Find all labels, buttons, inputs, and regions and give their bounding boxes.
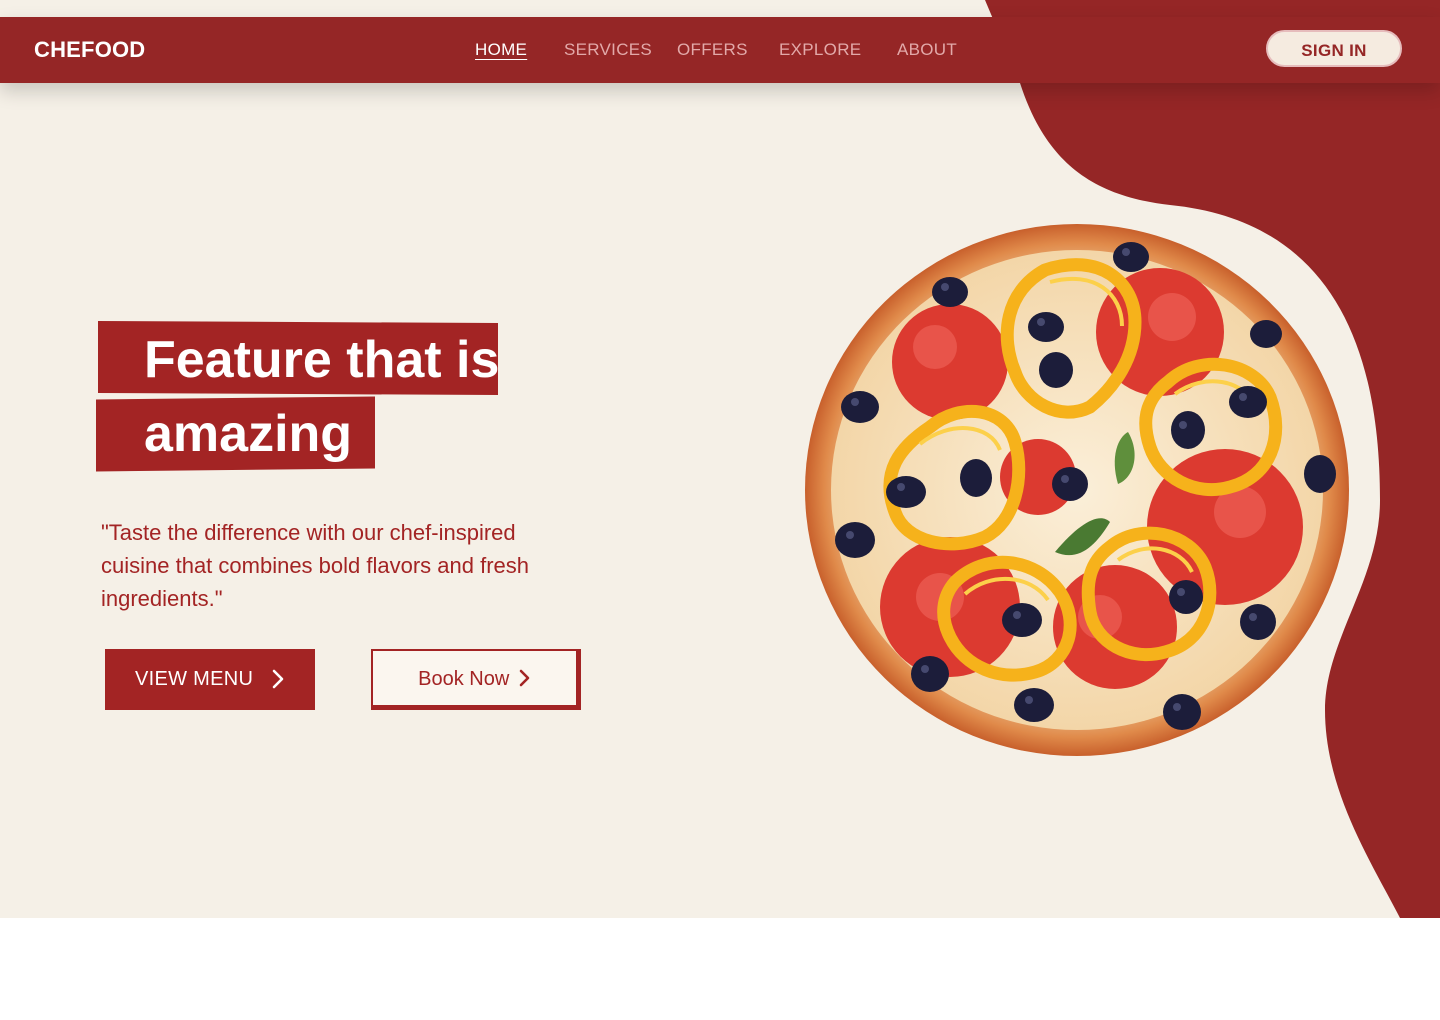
brand-logo[interactable]: CHEFOOD <box>34 17 145 83</box>
chevron-right-icon <box>519 669 530 687</box>
sign-in-button[interactable]: SIGN IN <box>1266 30 1402 67</box>
view-menu-label: VIEW MENU <box>135 668 254 690</box>
nav-link-offers[interactable]: OFFERS <box>677 17 748 83</box>
hero-quote: "Taste the difference with our chef-insp… <box>101 520 530 611</box>
nav-link-about[interactable]: ABOUT <box>897 17 957 83</box>
top-navbar: CHEFOOD HOME SERVICES OFFERS EXPLORE ABO… <box>0 17 1440 83</box>
hero-title-line-2: amazing <box>144 405 353 463</box>
chevron-right-icon <box>272 669 284 689</box>
nav-link-explore[interactable]: EXPLORE <box>779 17 861 83</box>
hero-title-line-1: Feature that is <box>144 331 500 389</box>
pizza-image <box>805 224 1349 756</box>
hero-section: Feature that is amazing "Taste the diffe… <box>0 0 1440 918</box>
book-now-button[interactable]: Book Now <box>371 649 581 710</box>
view-menu-button[interactable]: VIEW MENU <box>105 649 315 710</box>
page-bottom-area <box>0 918 1440 1020</box>
nav-link-services[interactable]: SERVICES <box>564 17 652 83</box>
nav-link-home[interactable]: HOME <box>475 17 527 83</box>
book-now-label: Book Now <box>418 668 510 690</box>
